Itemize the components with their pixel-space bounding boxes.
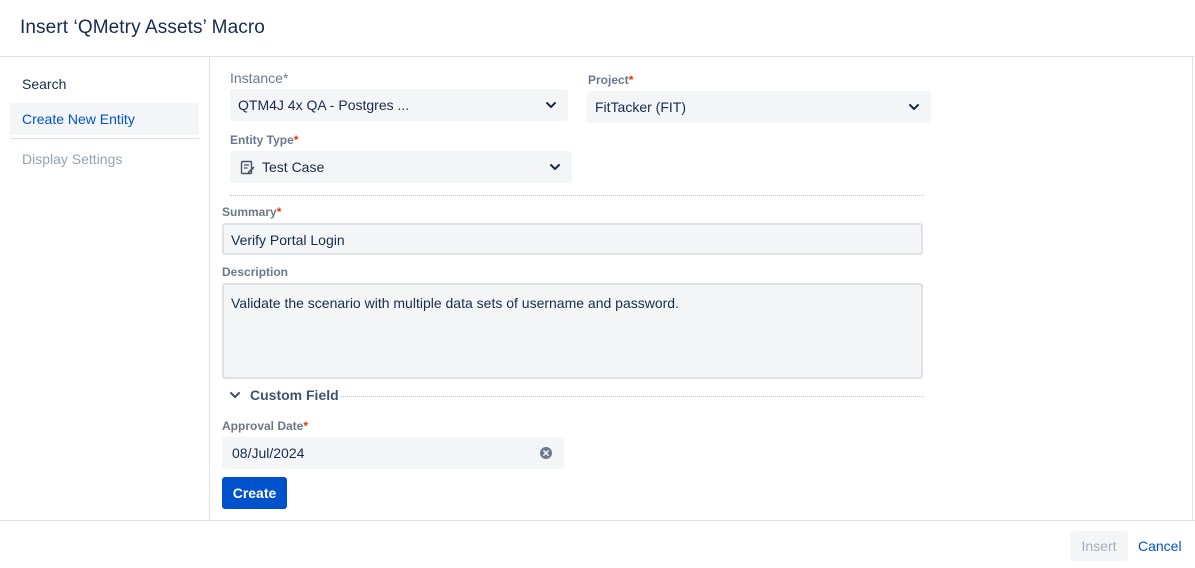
required-marker: * xyxy=(628,73,634,87)
approval-date-picker[interactable]: 08/Jul/2024 xyxy=(222,437,564,469)
description-label: Description xyxy=(222,265,289,279)
dialog-header: Insert ‘QMetry Assets’ Macro xyxy=(0,0,1195,57)
chevron-down-icon xyxy=(546,102,556,108)
dialog-title: Insert ‘QMetry Assets’ Macro xyxy=(20,17,265,38)
summary-input[interactable]: Verify Portal Login xyxy=(222,223,923,255)
summary-value: Verify Portal Login xyxy=(231,232,345,248)
entity-type-select[interactable]: Test Case xyxy=(230,151,572,183)
sidebar-item-display-settings[interactable]: Display Settings xyxy=(10,143,199,175)
chevron-down-icon xyxy=(909,104,919,110)
insert-button[interactable]: Insert xyxy=(1070,531,1128,561)
instance-select[interactable]: QTM4J 4x QA - Postgres ... xyxy=(230,89,568,121)
content-right-border xyxy=(1192,57,1193,520)
sidebar-divider xyxy=(10,138,199,139)
section-divider xyxy=(230,195,924,196)
sidebar: Search Create New Entity Display Setting… xyxy=(0,57,210,520)
clear-icon[interactable] xyxy=(540,447,552,459)
description-textarea[interactable]: Validate the scenario with multiple data… xyxy=(222,283,923,379)
required-marker: * xyxy=(276,205,282,219)
required-marker: * xyxy=(303,419,309,433)
custom-field-toggle[interactable]: Custom Field xyxy=(228,386,339,404)
instance-value: QTM4J 4x QA - Postgres ... xyxy=(238,97,410,113)
description-value: Validate the scenario with multiple data… xyxy=(231,295,679,311)
instance-label: Instance* xyxy=(230,70,289,86)
approval-date-label: Approval Date* xyxy=(222,419,309,433)
required-marker: * xyxy=(293,133,299,147)
approval-date-value: 08/Jul/2024 xyxy=(232,445,305,461)
sidebar-item-search[interactable]: Search xyxy=(10,68,199,100)
summary-label: Summary* xyxy=(222,205,282,219)
custom-field-title: Custom Field xyxy=(250,387,339,403)
create-button[interactable]: Create xyxy=(222,477,287,509)
test-case-icon xyxy=(240,160,255,175)
project-select[interactable]: FitTacker (FIT) xyxy=(587,91,931,123)
entity-type-label: Entity Type* xyxy=(230,133,299,147)
custom-field-divider xyxy=(340,396,924,397)
required-marker: * xyxy=(282,70,289,86)
project-label: Project* xyxy=(588,73,634,87)
entity-type-value: Test Case xyxy=(262,159,325,175)
dialog-footer xyxy=(0,520,1195,568)
chevron-down-icon xyxy=(230,392,240,398)
project-value: FitTacker (FIT) xyxy=(595,99,686,115)
cancel-button[interactable]: Cancel xyxy=(1134,531,1186,561)
sidebar-item-create-new-entity[interactable]: Create New Entity xyxy=(10,103,199,135)
chevron-down-icon xyxy=(550,164,560,170)
